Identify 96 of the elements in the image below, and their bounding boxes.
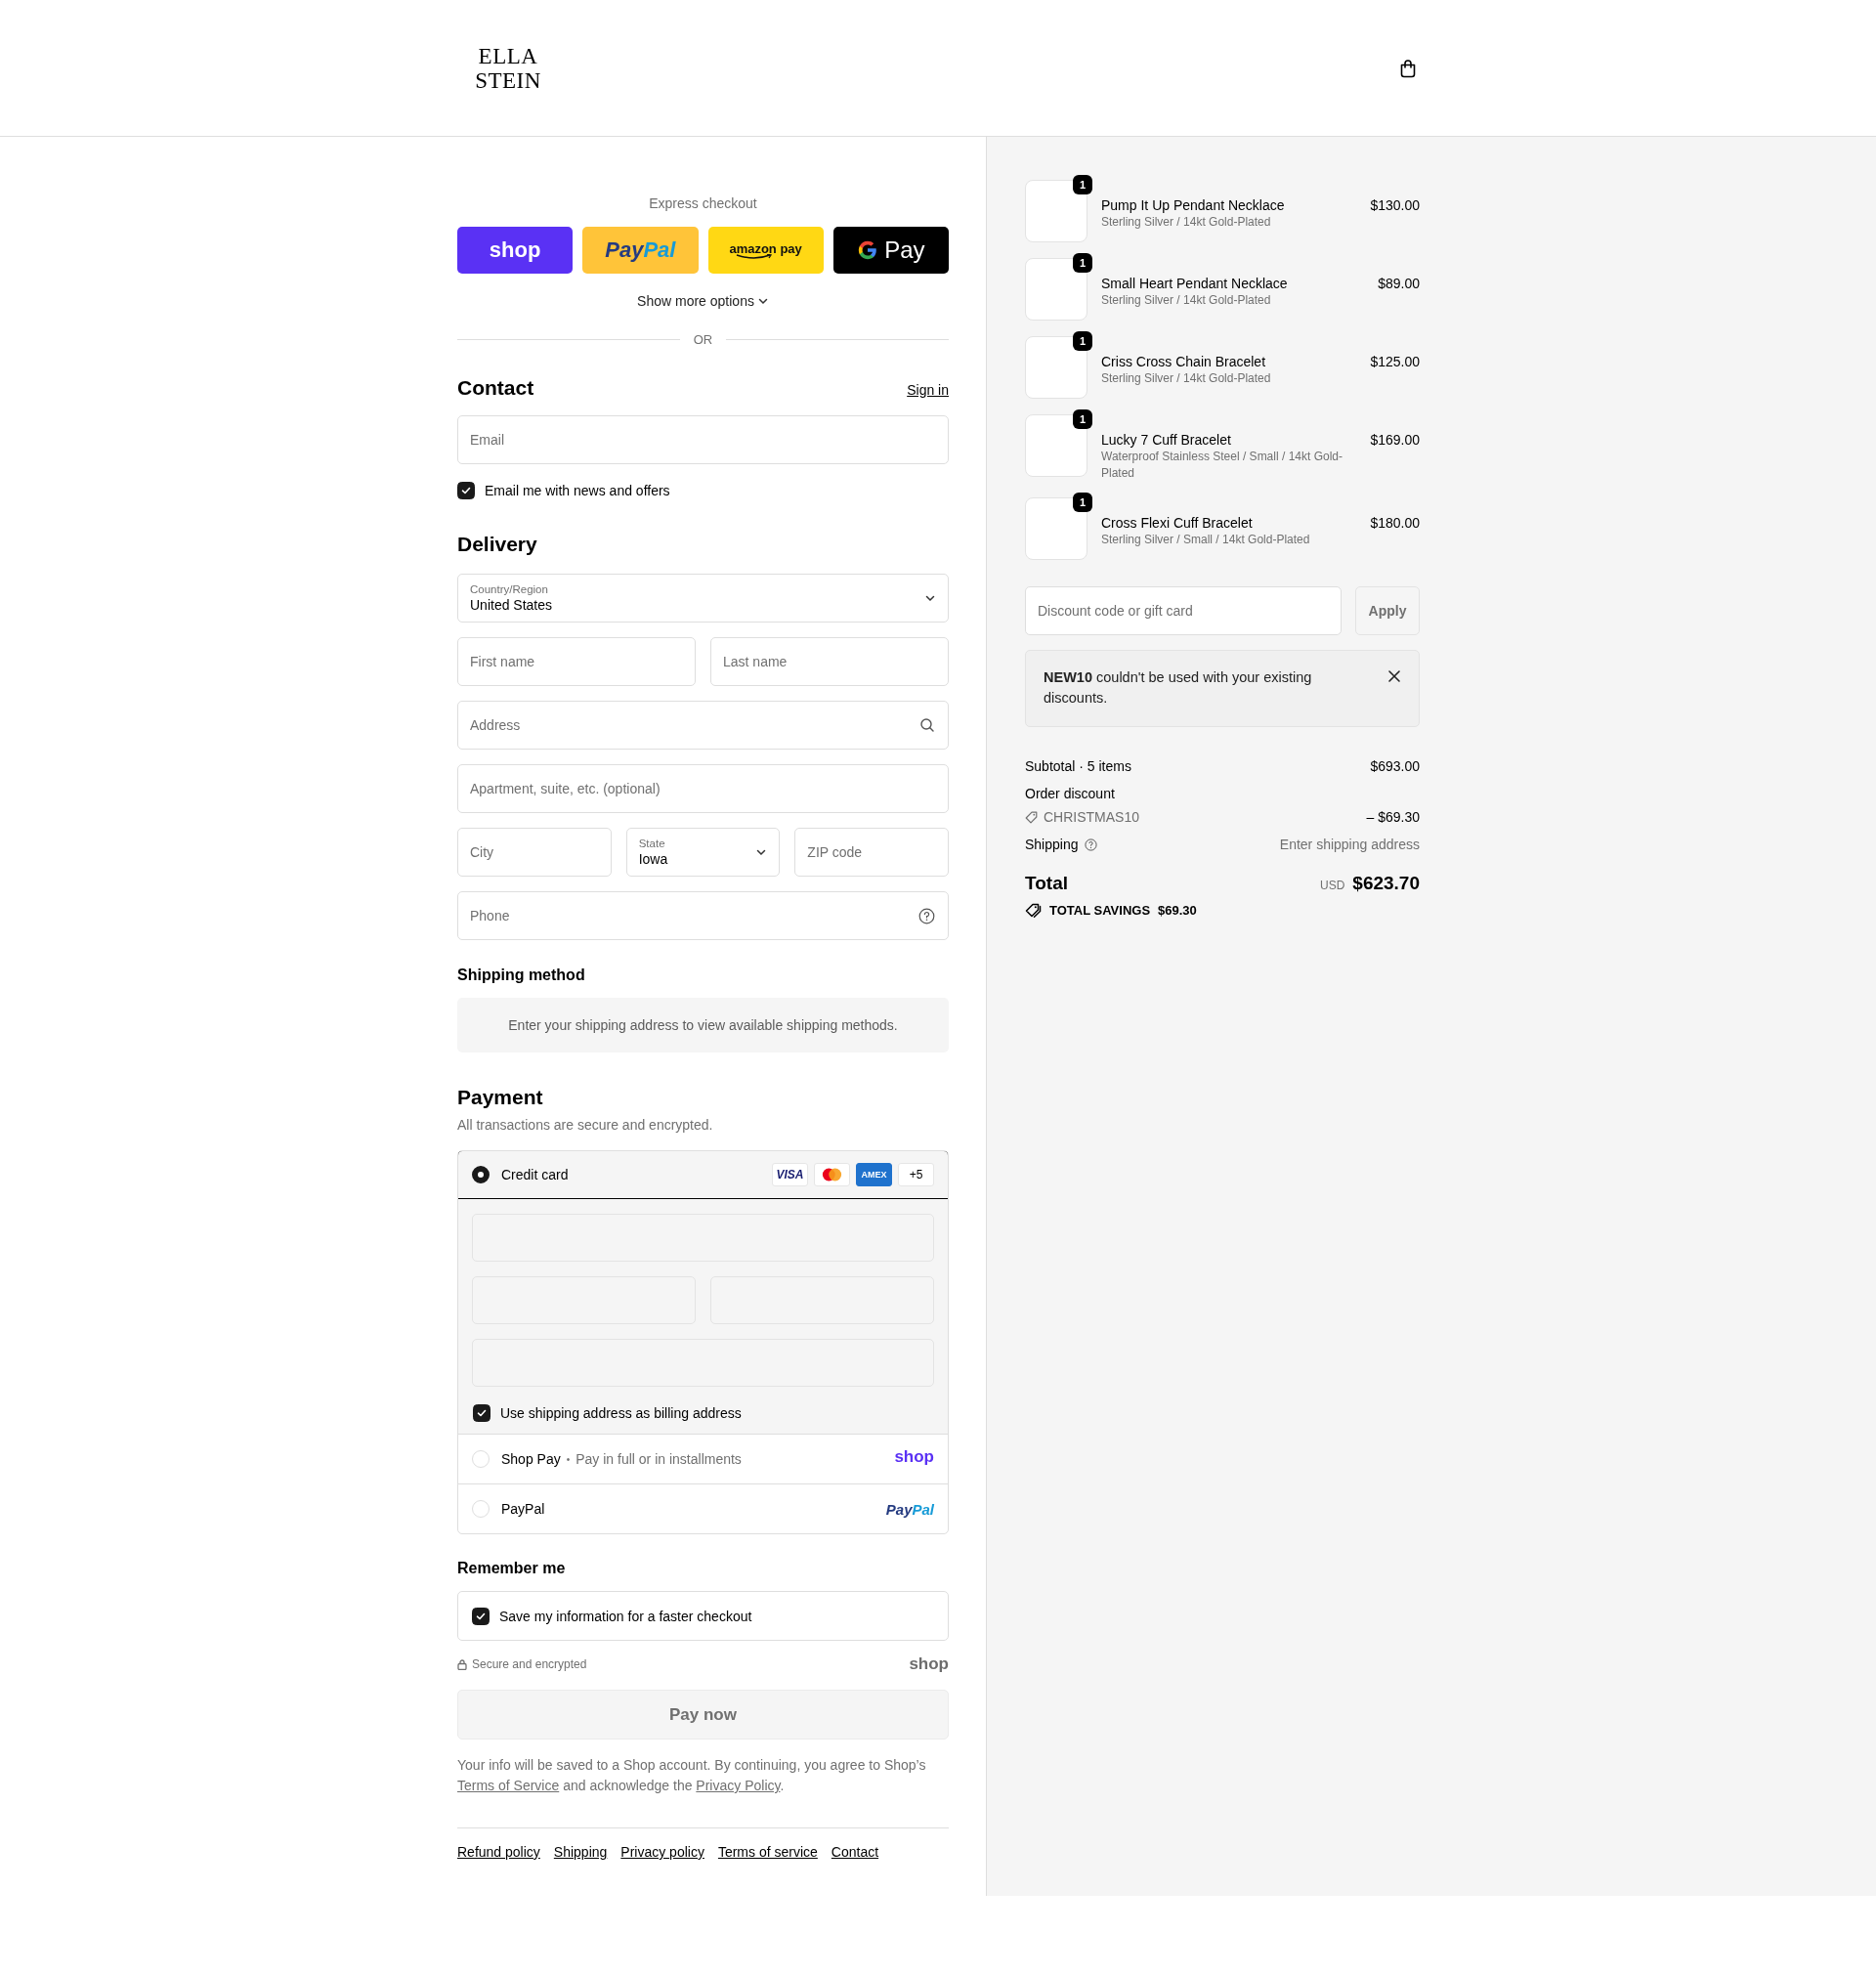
product-price: $180.00 bbox=[1370, 514, 1420, 532]
store-logo[interactable]: ELLA STEIN bbox=[473, 43, 543, 93]
separator-dot: • bbox=[566, 1453, 571, 1465]
select-field[interactable]: State Iowa bbox=[625, 828, 781, 877]
search-icon bbox=[919, 717, 935, 733]
product-name: Lucky 7 Cuff Bracelet bbox=[1101, 431, 1232, 449]
product-name: Cross Flexi Cuff Bracelet bbox=[1101, 514, 1254, 532]
product-variant: Sterling Silver / 14kt Gold-Plated bbox=[1101, 370, 1272, 387]
quantity-badge: 1 bbox=[1073, 331, 1092, 351]
method-label: PayPal bbox=[501, 1501, 545, 1517]
product-variant: Sterling Silver / Small / 14kt Gold-Plated bbox=[1101, 532, 1311, 548]
mastercard-icon bbox=[814, 1163, 850, 1186]
discount-code: CHRISTMAS10 bbox=[1044, 808, 1140, 827]
product-name: Criss Cross Chain Bracelet bbox=[1101, 353, 1267, 370]
text-field[interactable]: ZIP code bbox=[794, 828, 949, 877]
phone-field[interactable]: Phone bbox=[457, 891, 949, 940]
lock-icon bbox=[457, 1658, 467, 1670]
method-note: Pay in full or in installments bbox=[576, 1451, 742, 1467]
payment-subtitle: All transactions are secure and encrypted. bbox=[457, 1117, 714, 1133]
amex-badge: AMEX bbox=[856, 1163, 892, 1186]
subtotal-label: Subtotal · 5 items bbox=[1025, 757, 1131, 776]
total-label: Total bbox=[1025, 874, 1068, 893]
paypal-button[interactable]: PayPal bbox=[582, 227, 699, 274]
checkbox-label: Save my information for a faster checkout bbox=[499, 1608, 752, 1624]
text-field[interactable]: Last name bbox=[710, 637, 949, 686]
method-label: Shop Pay bbox=[501, 1451, 561, 1467]
product-name: Small Heart Pendant Necklace bbox=[1101, 275, 1289, 292]
shop-logo: shop bbox=[894, 1447, 934, 1467]
quantity-badge: 1 bbox=[1073, 493, 1092, 512]
legal-text: Your info will be saved to a Shop account. By continuing, you agree to Shop’s Terms of Service and acknowledge the Privacy Policy. bbox=[457, 1756, 927, 1795]
discount-code-field[interactable]: Discount code or gift card bbox=[1025, 586, 1342, 635]
product-variant: Waterproof Stainless Steel / Small / 14kt Gold-Plated bbox=[1101, 449, 1343, 482]
footer-link[interactable]: Privacy policy bbox=[620, 1844, 704, 1860]
radio-button[interactable] bbox=[472, 1166, 490, 1183]
legal-link[interactable]: Terms of Service bbox=[457, 1778, 560, 1793]
text-field[interactable]: Apartment, suite, etc. (optional) bbox=[457, 764, 949, 813]
sign-in-link[interactable]: Sign in bbox=[907, 382, 949, 398]
show-more-options-button[interactable]: Show more options bbox=[637, 293, 769, 309]
section-heading: Payment bbox=[457, 1086, 544, 1109]
amazon-pay-button[interactable]: amazon pay bbox=[707, 227, 824, 274]
product-price: $130.00 bbox=[1370, 196, 1420, 214]
product-price: $89.00 bbox=[1378, 275, 1420, 292]
shipping-value: Enter shipping address bbox=[1279, 836, 1420, 854]
checkbox-label: Use shipping address as billing address bbox=[500, 1405, 742, 1421]
method-label: Credit card bbox=[501, 1167, 569, 1182]
product-price: $169.00 bbox=[1370, 431, 1420, 449]
tags-icon bbox=[1025, 903, 1042, 918]
section-heading: Shipping method bbox=[457, 967, 586, 984]
notice-text: NEW10 couldn't be used with your existing discounts. bbox=[1044, 668, 1313, 708]
order-discount-label: Order discount bbox=[1025, 785, 1115, 803]
footer-link[interactable]: Terms of service bbox=[717, 1844, 818, 1860]
total-amount: $623.70 bbox=[1352, 874, 1420, 893]
savings-label: TOTAL SAVINGS bbox=[1049, 903, 1151, 918]
discount-value: – $69.30 bbox=[1366, 808, 1420, 827]
google-pay-button[interactable]: Pay bbox=[832, 227, 949, 274]
checkbox[interactable] bbox=[472, 1607, 490, 1625]
product-variant: Sterling Silver / 14kt Gold-Plated bbox=[1101, 292, 1272, 309]
footer-link[interactable]: Contact bbox=[831, 1844, 879, 1860]
smile-arrow-icon bbox=[734, 253, 774, 260]
select-field[interactable]: Country/Region United States bbox=[457, 574, 949, 623]
address-field[interactable]: Address bbox=[457, 701, 949, 750]
footer-link[interactable]: Refund policy bbox=[457, 1844, 540, 1860]
product-price: $125.00 bbox=[1370, 353, 1420, 370]
subtotal-value: $693.00 bbox=[1370, 757, 1420, 776]
savings-amount: $69.30 bbox=[1158, 903, 1197, 918]
shop-pay-button[interactable]: shop bbox=[457, 227, 574, 274]
visa-badge: VISA bbox=[772, 1163, 808, 1186]
currency-label: USD bbox=[1319, 878, 1345, 894]
paypal-logo: PayPal bbox=[885, 1500, 934, 1518]
letter-g-icon bbox=[857, 239, 879, 261]
shipping-method-message: Enter your shipping address to view available shipping methods. bbox=[457, 998, 949, 1052]
quantity-badge: 1 bbox=[1073, 175, 1092, 194]
divider-label: OR bbox=[693, 332, 713, 347]
section-heading: Contact bbox=[457, 376, 534, 400]
product-name: Pump It Up Pendant Necklace bbox=[1101, 196, 1286, 214]
shop-logo: shop bbox=[909, 1654, 949, 1674]
checkbox[interactable] bbox=[473, 1404, 490, 1422]
help-icon[interactable] bbox=[918, 908, 935, 924]
product-variant: Sterling Silver / 14kt Gold-Plated bbox=[1101, 214, 1272, 231]
quantity-badge: 1 bbox=[1073, 409, 1092, 429]
email-field[interactable]: Email bbox=[457, 415, 949, 464]
checkbox-label: Email me with news and offers bbox=[485, 483, 670, 498]
help-icon[interactable] bbox=[1084, 838, 1097, 851]
secure-label: Secure and encrypted bbox=[472, 1657, 587, 1671]
shipping-label: Shipping bbox=[1025, 836, 1079, 854]
text-field[interactable]: City bbox=[457, 828, 612, 877]
footer-link[interactable]: Shipping bbox=[553, 1844, 608, 1860]
section-heading: Remember me bbox=[457, 1560, 567, 1577]
tag-icon bbox=[1025, 810, 1038, 824]
more-cards-badge: +5 bbox=[898, 1163, 934, 1186]
quantity-badge: 1 bbox=[1073, 253, 1092, 273]
apply-button[interactable]: Apply bbox=[1355, 586, 1420, 635]
text-field[interactable]: First name bbox=[457, 637, 696, 686]
express-checkout-label: Express checkout bbox=[648, 194, 758, 213]
section-heading: Delivery bbox=[457, 533, 537, 556]
checkbox[interactable] bbox=[457, 482, 475, 499]
